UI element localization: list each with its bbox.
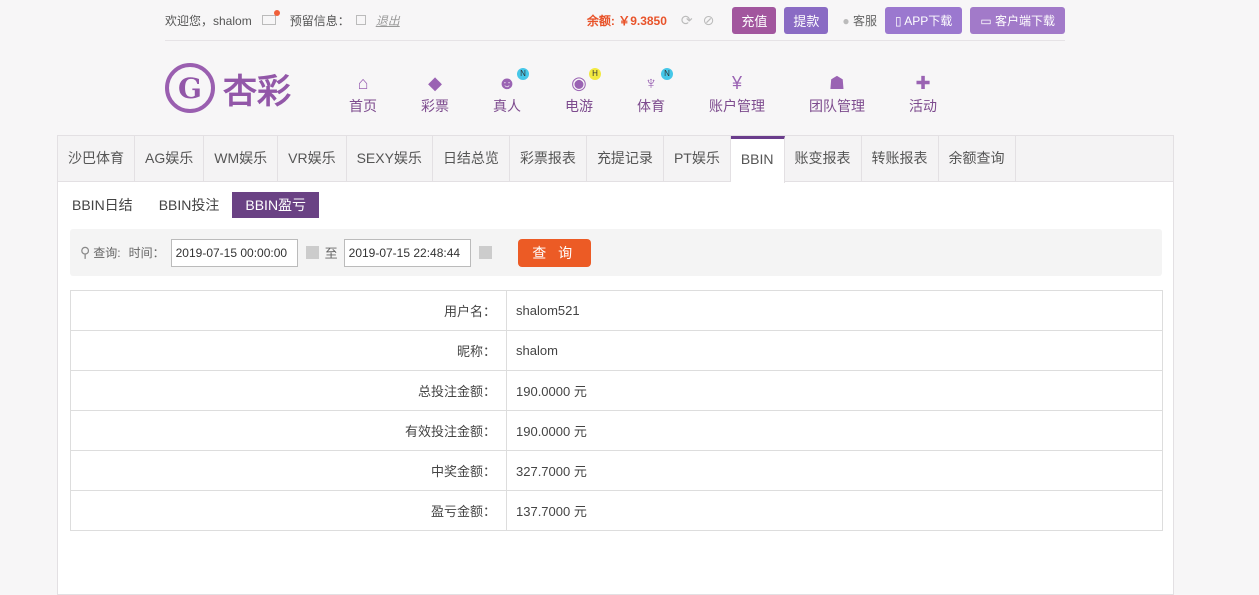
withdraw-button[interactable]: 提款 [784,6,829,34]
row-value: 190.0000 元 [506,370,1163,411]
table-row: 昵称： shalom [70,330,1163,371]
customer-service-link[interactable]: ● 客服 [842,12,877,29]
recharge-button[interactable]: 充值 [732,6,777,34]
tab-pt[interactable]: PT娱乐 [664,136,731,181]
tab-sexy[interactable]: SEXY娱乐 [347,136,433,181]
end-time-input[interactable] [343,238,471,267]
tab-bbin[interactable]: BBIN [730,136,785,183]
query-button[interactable]: 查 询 [517,238,591,267]
nav-label: 活动 [909,98,937,114]
top-bar: 欢迎您，shalom 预留信息： 退出 余额: ￥9.3850 ⟳ ⊘ 充值 提… [165,0,1065,41]
team-icon: ☗ [828,73,846,93]
logo-text: 杏彩 [223,71,291,112]
nav-label: 体育 [637,98,665,114]
row-value: 327.7000 元 [506,450,1163,491]
row-value: shalom [506,330,1163,371]
gift-icon: ✚ [915,73,931,93]
client-download-label: 客户端下载 [994,13,1055,28]
row-value: 137.7000 元 [506,490,1163,531]
yen-icon: ¥ [731,73,742,93]
tab-ag[interactable]: AG娱乐 [135,136,205,181]
tab-transfer-report[interactable]: 转账报表 [862,136,939,181]
nav-badge: N [661,68,673,80]
mail-icon[interactable] [261,10,280,25]
nav-activity[interactable]: ✚ 活动 [909,70,937,116]
time-label: 时间： [128,246,165,260]
tab-account-changes[interactable]: 账变报表 [785,136,862,181]
nav-label: 电游 [565,98,593,114]
tab-saba-sports[interactable]: 沙巴体育 [58,136,135,181]
nav-home[interactable]: ⌂ 首页 [349,70,377,116]
nav-games[interactable]: ◉ H 电游 [565,68,601,116]
tab-vr[interactable]: VR娱乐 [278,136,347,181]
search-icon: ⚲ [80,244,91,260]
table-row: 总投注金额： 190.0000 元 [70,370,1163,411]
tab-lottery-report[interactable]: 彩票报表 [510,136,587,181]
nav-lottery[interactable]: ◆ 彩票 [421,70,449,116]
service-icon: ● [842,13,850,28]
subtab-bbin-bets[interactable]: BBIN投注 [146,192,233,218]
logo[interactable]: G 杏彩 [165,60,305,116]
balance: 余额: ￥9.3850 [586,13,667,28]
row-label: 盈亏金额： [70,490,507,531]
row-value: shalom521 [506,290,1163,331]
query-label: 查询: [93,246,121,260]
calendar-icon[interactable] [478,246,492,259]
app-download-label: APP下载 [904,13,953,28]
app-download-button[interactable]: ▯ APP下载 [885,6,963,34]
gamepad-icon: ◉ [571,73,587,93]
tab-balance-query[interactable]: 余额查询 [939,136,1016,181]
tab-deposit-withdraw[interactable]: 充提记录 [587,136,664,181]
subtabs: BBIN日结 BBIN投注 BBIN盈亏 [70,192,320,218]
client-download-button[interactable]: ▭ 客户端下载 [970,6,1065,34]
person-icon: ☻ [497,73,517,93]
edit-icon[interactable] [355,15,366,25]
start-time-input[interactable] [170,238,298,267]
calendar-icon[interactable] [305,246,319,259]
to-label: 至 [324,246,338,261]
row-label: 中奖金额： [70,450,507,491]
subtab-bbin-daily[interactable]: BBIN日结 [70,192,146,218]
main-nav: G 杏彩 ⌂ 首页 ◆ 彩票 ☻ N 真人 ◉ H 电游 ♆ N 体育 ¥ 账户管理 ☗ 团队管理 ✚… [165,60,937,116]
table-row: 盈亏金额： 137.7000 元 [70,490,1163,531]
nav-label: 团队管理 [809,98,865,114]
reserved-info-label: 预留信息： [289,13,350,28]
welcome-text: 欢迎您，shalom [165,13,252,28]
service-label: 客服 [853,13,878,28]
ticket-icon: ◆ [428,73,442,93]
trophy-icon: ♆ [644,73,658,93]
refresh-icon[interactable]: ⟳ [681,12,693,29]
tab-wm[interactable]: WM娱乐 [204,136,279,181]
subtab-bbin-profit[interactable]: BBIN盈亏 [232,192,320,218]
hide-balance-icon[interactable]: ⊘ [703,12,715,29]
tab-daily-overview[interactable]: 日结总览 [433,136,510,181]
nav-label: 真人 [493,98,521,114]
table-row: 中奖金额： 327.7000 元 [70,450,1163,491]
logo-emblem: G [165,63,215,113]
nav-team[interactable]: ☗ 团队管理 [809,70,865,116]
home-icon: ⌂ [357,73,369,93]
nav-account[interactable]: ¥ 账户管理 [709,70,765,116]
row-value: 190.0000 元 [506,410,1163,451]
logout-link[interactable]: 退出 [376,12,400,29]
nav-label: 彩票 [421,98,449,114]
row-label: 用户名： [70,290,507,331]
report-tabs: 沙巴体育 AG娱乐 WM娱乐 VR娱乐 SEXY娱乐 日结总览 彩票报表 充提记… [58,136,1173,183]
query-bar: ⚲ 查询: 时间： 至 查 询 [70,229,1162,276]
table-row: 有效投注金额： 190.0000 元 [70,410,1163,451]
table-row: 用户名： shalom521 [70,290,1163,331]
nav-badge: N [517,68,529,80]
profit-table: 用户名： shalom521 昵称： shalom 总投注金额： 190.0000 元… [70,290,1163,531]
row-label: 有效投注金额： [70,410,507,451]
nav-label: 账户管理 [709,98,765,114]
nav-sports[interactable]: ♆ N 体育 [637,68,673,116]
nav-badge: H [589,68,601,80]
nav-live[interactable]: ☻ N 真人 [493,68,529,116]
row-label: 总投注金额： [70,370,507,411]
nav-label: 首页 [349,98,377,114]
report-panel: 沙巴体育 AG娱乐 WM娱乐 VR娱乐 SEXY娱乐 日结总览 彩票报表 充提记… [57,135,1174,595]
row-label: 昵称： [70,330,507,371]
